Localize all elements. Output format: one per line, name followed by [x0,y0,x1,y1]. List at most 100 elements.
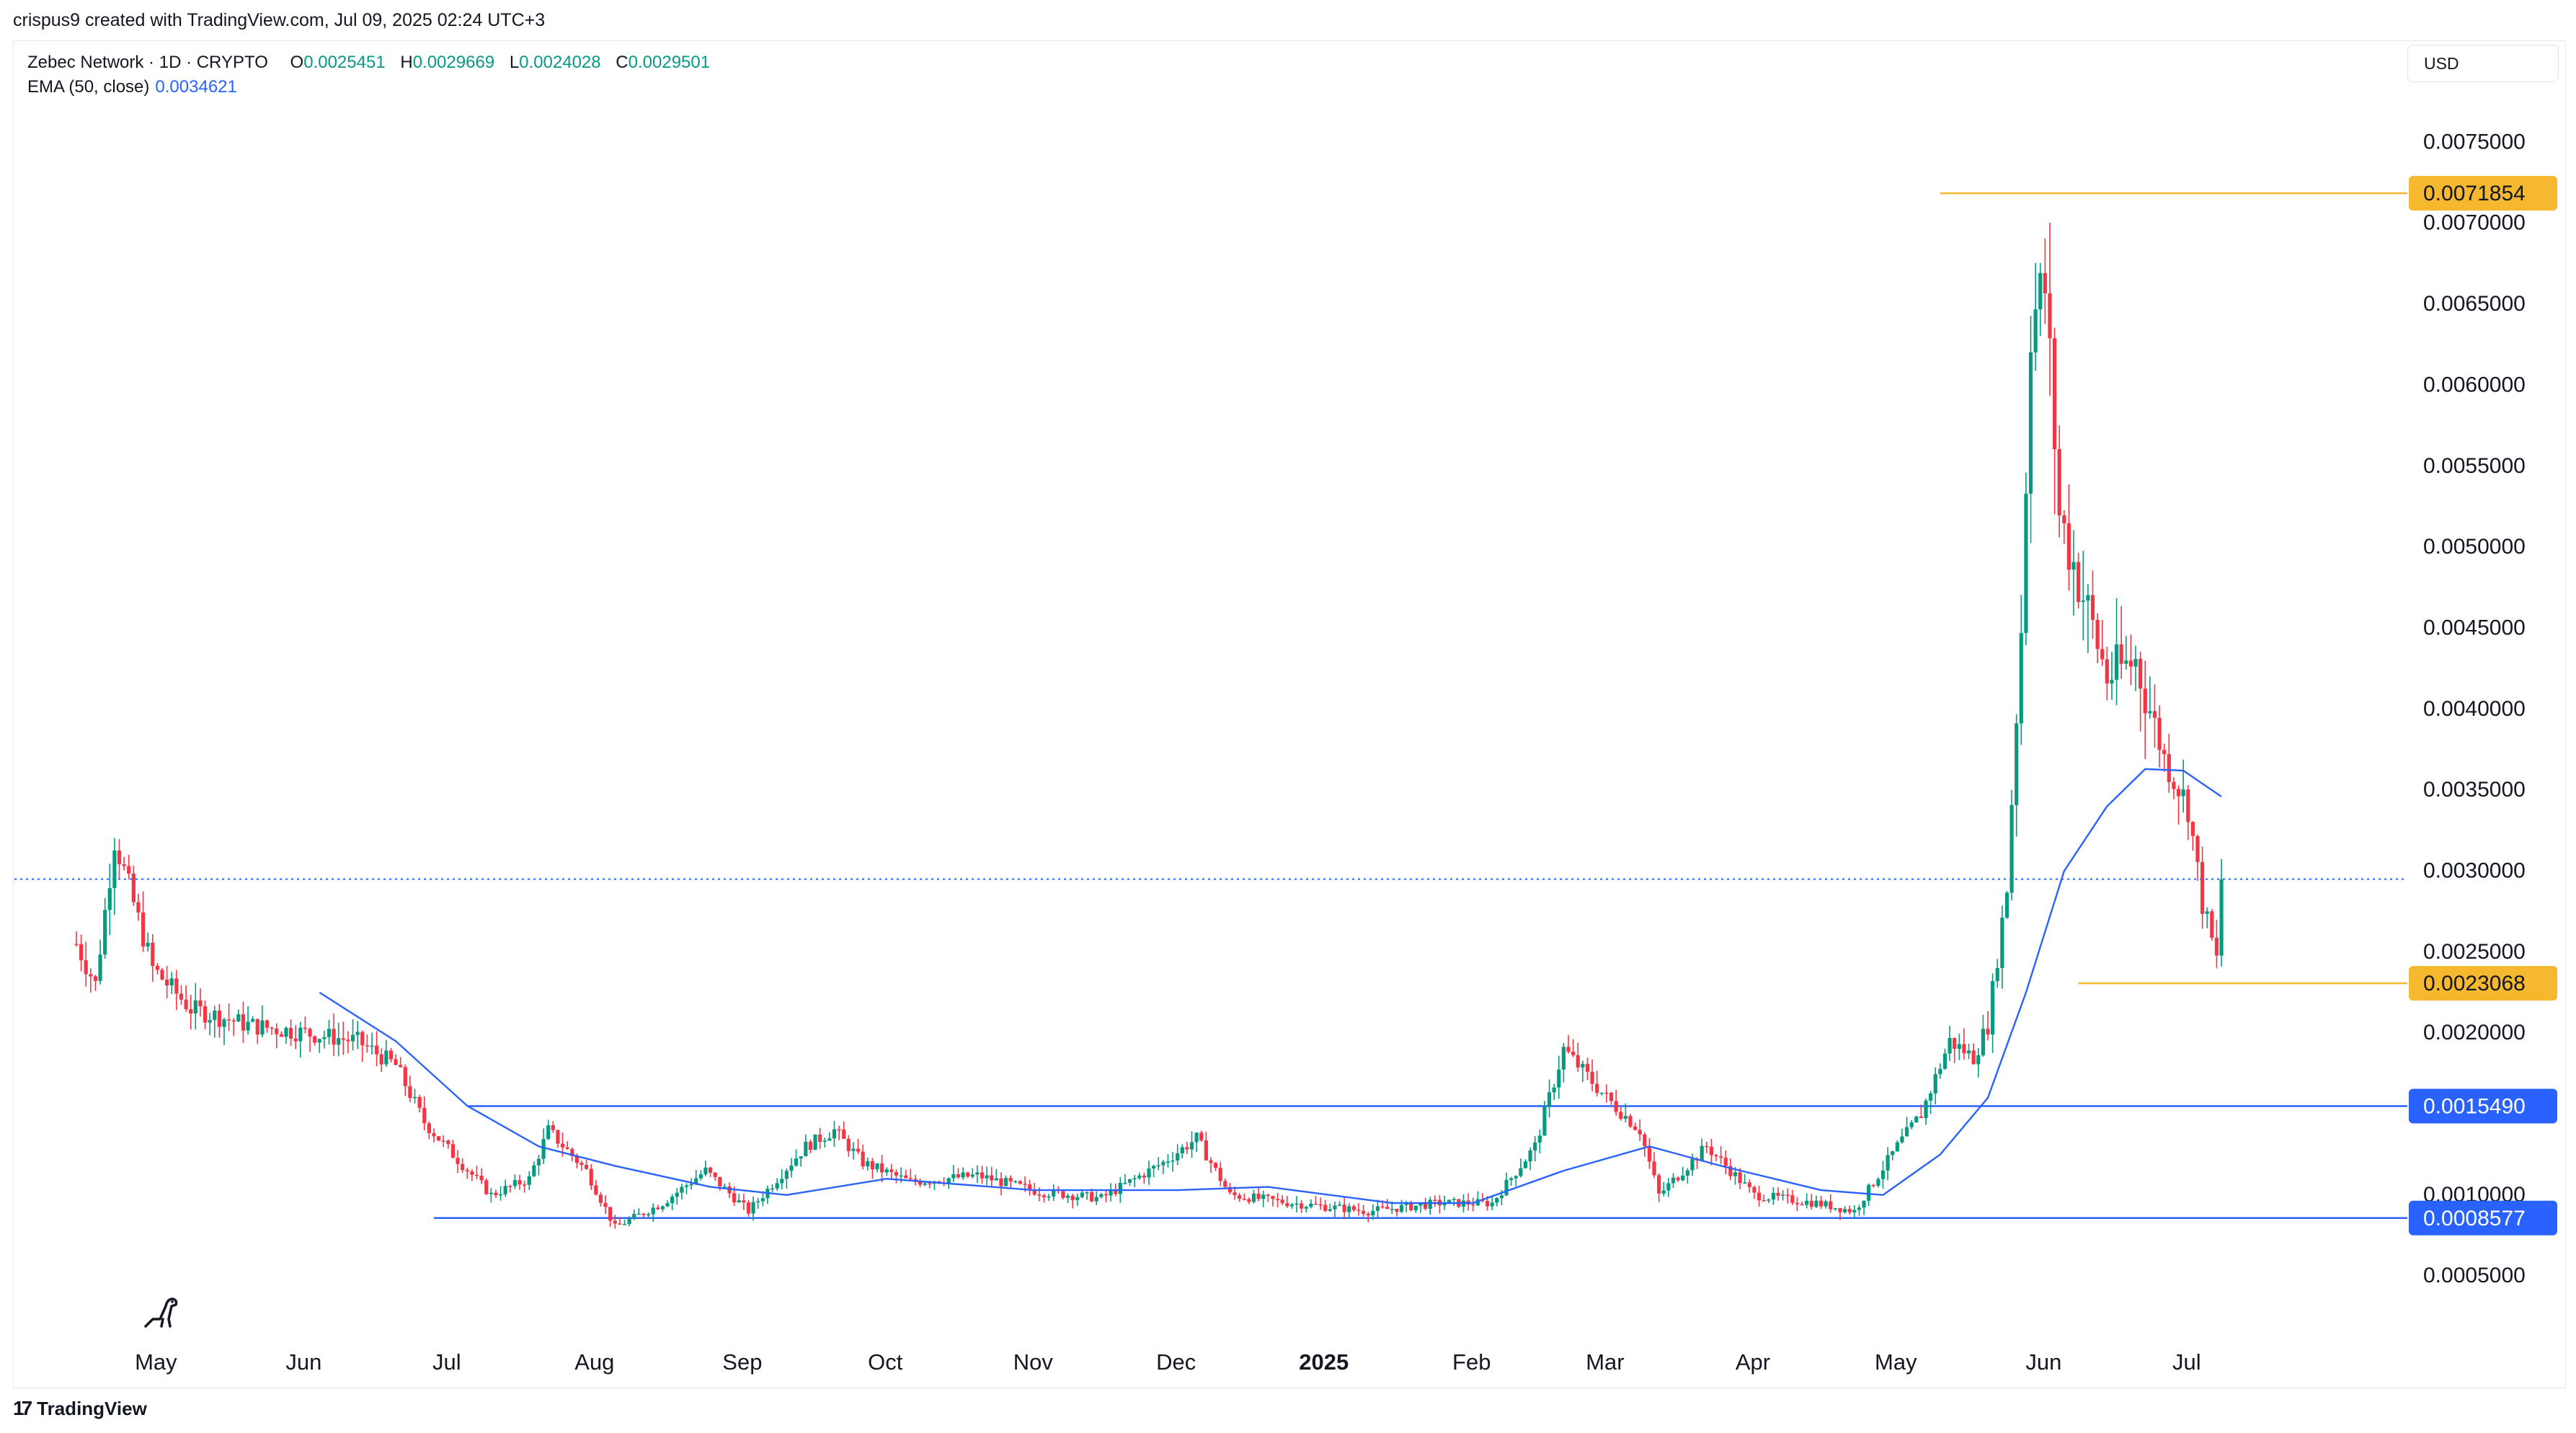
candle-body [951,1174,956,1179]
candle-body [275,1028,279,1034]
candle-body [627,1219,631,1225]
candle-body [1747,1182,1751,1187]
candle-body [1614,1101,1618,1112]
y-tick-label: 0.0040000 [2423,697,2526,721]
candle-body [1399,1204,1404,1212]
x-tick-label: Feb [1452,1349,1491,1375]
candle-body [1413,1205,1418,1210]
candle-body [2071,562,2076,570]
candle-body [560,1143,565,1148]
candle-body [918,1181,923,1185]
candle-body [422,1107,427,1124]
candle-body [1576,1055,1580,1068]
candle-body [713,1172,717,1177]
candle-body [1433,1199,1437,1201]
candle-body [474,1174,479,1176]
candle-body [1189,1142,1194,1150]
candle-body [722,1186,727,1188]
dino-icon[interactable] [141,1290,182,1331]
price-chart[interactable]: 0.0075000 0.0070000 0.0065000 0.0060000 0.00… [0,0,2576,1433]
x-tick-label: Mar [1586,1349,1624,1375]
candle-body [1643,1134,1647,1147]
candle-body [1004,1178,1008,1186]
x-tick-label: Sep [722,1349,762,1375]
candle-body [236,1014,241,1022]
candle-body [1371,1210,1375,1216]
candle-body [1628,1116,1633,1127]
candle-body [990,1175,994,1181]
candle-body [160,970,164,980]
candle-body [74,944,79,946]
candle-body [89,974,93,977]
candle-body [2181,789,2185,797]
candle-body [1947,1037,1952,1054]
candle-body [1309,1203,1313,1207]
candle-body [1599,1092,1604,1094]
candle-body [1818,1200,1824,1207]
candle-body [1385,1207,1390,1210]
candle-body [1013,1181,1018,1183]
candle-body [1986,1029,1990,1035]
x-tick-label: May [135,1349,177,1375]
candle-body [2133,659,2138,667]
candle-body [2200,861,2205,914]
candle-body [1209,1160,1213,1163]
candle-body [737,1200,741,1202]
high-key: H [400,53,413,72]
candle-body [2128,660,2133,667]
close-key: C [616,53,629,72]
low-key: L [509,53,520,72]
candle-body [980,1172,985,1179]
candle-body [1356,1210,1361,1212]
candle-body [2100,649,2105,660]
candle-body [851,1148,856,1151]
candle-body [1028,1184,1032,1190]
candle-body [484,1180,489,1194]
candle-body [1647,1146,1652,1162]
candle-body [241,1014,246,1031]
candle-body [1065,1195,1070,1198]
candle-body [189,1009,193,1014]
candle-body [2114,644,2119,680]
candle-body [1671,1177,1676,1184]
candle-body [2028,352,2033,494]
candle-body [2052,338,2057,450]
candle-body [179,993,184,1000]
candle-body [1981,1029,1985,1055]
candle-body [2038,272,2043,310]
y-tick-label: 0.0060000 [2423,373,2526,396]
candle-body [375,1045,379,1055]
candle-body [1743,1182,1747,1184]
candle-body [1619,1112,1623,1119]
candle-body [1485,1200,1490,1207]
price-label-high: 0.0071854 [2423,182,2526,205]
candle-body [1132,1178,1137,1179]
candle-body [894,1171,899,1176]
candle-body [332,1029,336,1045]
candle-body [151,942,155,966]
candle-body [1247,1199,1251,1202]
candle-body [1962,1044,1966,1054]
y-tick-label: 0.0020000 [2423,1021,2526,1044]
candle-body [1661,1190,1666,1194]
candle-body [2138,659,2143,689]
candle-body [1609,1092,1614,1101]
candle-body [632,1214,636,1220]
candle-body [508,1186,512,1187]
candle-body [2024,493,2028,634]
candle-body [1161,1161,1165,1166]
x-tick-label: Jun [2025,1349,2061,1375]
candle-body [1080,1192,1085,1197]
currency-selector[interactable]: USD [2407,45,2559,82]
candle-body [1266,1194,1270,1197]
candle-body [1123,1182,1127,1184]
candle-body [870,1161,875,1170]
candle-body [1867,1184,1871,1201]
candle-body [2157,717,2162,750]
candle-body [2019,633,2023,724]
candle-body [2066,523,2071,570]
candle-body [1852,1210,1857,1212]
x-tick-label: 2025 [1299,1349,1349,1375]
candle-body [1938,1068,1942,1075]
tradingview-brand[interactable]: 17 TradingView [13,1397,147,1420]
